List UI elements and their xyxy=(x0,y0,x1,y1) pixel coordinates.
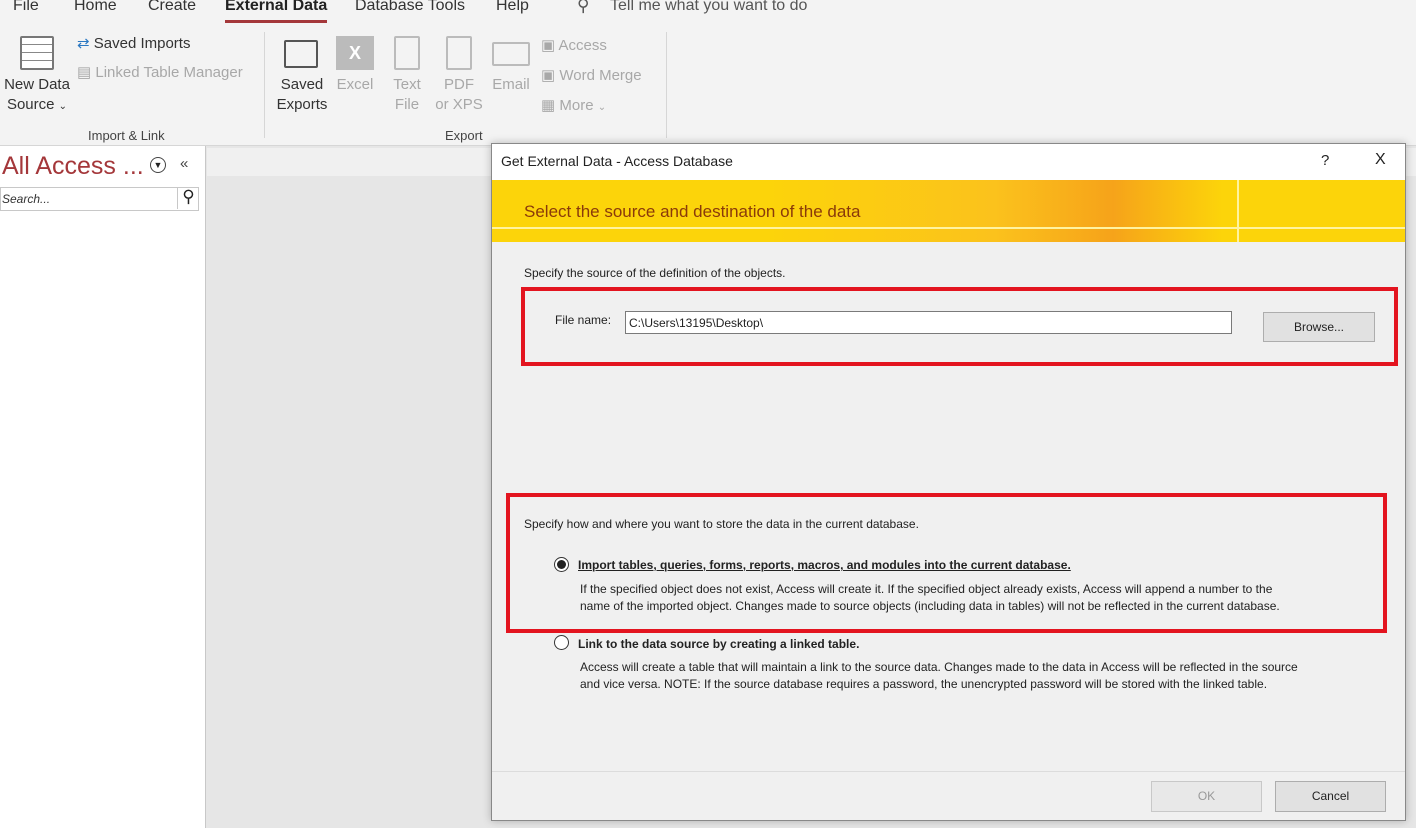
link-radio[interactable] xyxy=(554,635,569,650)
description-line: Access will create a table that will mai… xyxy=(580,660,1298,674)
description-line: and vice versa. NOTE: If the source data… xyxy=(580,677,1268,691)
email-icon xyxy=(492,42,530,66)
more-button[interactable]: ▦ More ⌄ xyxy=(541,96,606,114)
link-option-description: Access will create a table that will mai… xyxy=(580,659,1298,693)
pdf-icon xyxy=(446,36,472,70)
file-name-input[interactable]: C:\Users\13195\Desktop\ xyxy=(625,311,1232,334)
tab-home[interactable]: Home xyxy=(74,0,117,15)
folder-icon xyxy=(284,40,318,68)
saved-exports-label: Saved xyxy=(280,76,324,93)
link-option-label[interactable]: Link to the data source by creating a li… xyxy=(578,637,859,651)
new-data-source-button[interactable]: New Data Source ⌄ xyxy=(0,32,74,116)
text-file-label2: File xyxy=(394,96,420,113)
store-prompt: Specify how and where you want to store … xyxy=(524,517,919,531)
import-option-description: If the specified object does not exist, … xyxy=(580,581,1280,615)
browse-button[interactable]: Browse... xyxy=(1263,312,1375,342)
search-icon[interactable]: ⚲ xyxy=(177,187,199,209)
excel-icon: X xyxy=(336,36,374,70)
banner-heading: Select the source and destination of the… xyxy=(524,202,861,221)
text-file-label: Text xyxy=(393,76,421,93)
divider xyxy=(666,32,667,138)
linked-table-icon: ▤ xyxy=(77,64,92,81)
access-label: Access xyxy=(558,37,607,54)
import-option-label[interactable]: Import tables, queries, forms, reports, … xyxy=(578,558,1071,572)
get-external-data-dialog: Get External Data - Access Database ? X … xyxy=(491,143,1406,821)
nav-menu-dropdown-icon[interactable]: ▼ xyxy=(150,157,166,173)
banner-line xyxy=(1237,180,1239,242)
import-link-group-label: Import & Link xyxy=(88,128,165,143)
access-icon: ▣ xyxy=(541,37,556,54)
dialog-title-bar: Get External Data - Access Database ? X xyxy=(492,144,1405,180)
tab-file[interactable]: File xyxy=(13,0,39,15)
close-button[interactable]: X xyxy=(1375,151,1386,169)
collapse-pane-icon[interactable]: « xyxy=(180,155,188,172)
new-data-source-label2: Source xyxy=(6,96,55,113)
saved-imports-icon: ⇄ xyxy=(77,35,90,52)
saved-exports-label2: Exports xyxy=(276,96,328,113)
banner-line xyxy=(492,227,1405,229)
radio-dot xyxy=(557,560,566,569)
excel-label: Excel xyxy=(336,76,374,93)
tab-help[interactable]: Help xyxy=(496,0,529,15)
navigation-pane: All Access ... ▼ « Search... ⚲ xyxy=(0,146,206,828)
word-merge-label: Word Merge xyxy=(559,67,642,84)
saved-imports-label: Saved Imports xyxy=(93,35,191,52)
dialog-title: Get External Data - Access Database xyxy=(501,153,733,169)
email-label: Email xyxy=(492,76,530,93)
table-wizard-icon xyxy=(20,36,54,70)
nav-pane-title[interactable]: All Access ... xyxy=(2,152,144,181)
chevron-down-icon: ⌄ xyxy=(597,102,607,113)
tab-database-tools[interactable]: Database Tools xyxy=(355,0,465,15)
search-icon: ⚲ xyxy=(577,0,590,15)
pdf-label: PDF xyxy=(444,76,474,93)
description-line: If the specified object does not exist, … xyxy=(580,582,1273,596)
access-export-button[interactable]: ▣ Access xyxy=(541,36,607,54)
linked-table-manager-label: Linked Table Manager xyxy=(95,64,243,81)
tell-me-input[interactable]: Tell me what you want to do xyxy=(610,0,807,15)
footer-divider xyxy=(492,771,1405,772)
description-line: name of the imported object. Changes mad… xyxy=(580,599,1280,613)
ribbon: File Home Create External Data Database … xyxy=(0,0,1416,146)
tab-external-data[interactable]: External Data xyxy=(225,0,328,23)
cancel-button[interactable]: Cancel xyxy=(1275,781,1386,812)
more-label: More xyxy=(559,97,594,114)
search-placeholder: Search... xyxy=(2,192,51,206)
nav-search-input[interactable]: Search... ⚲ xyxy=(0,187,199,211)
new-data-source-label: New Data xyxy=(4,76,70,93)
word-merge-icon: ▣ xyxy=(541,67,556,84)
tab-create[interactable]: Create xyxy=(148,0,196,15)
word-merge-button[interactable]: ▣ Word Merge xyxy=(541,66,642,84)
ok-button[interactable]: OK xyxy=(1151,781,1262,812)
pdf-label2: or XPS xyxy=(435,96,483,113)
source-prompt: Specify the source of the definition of … xyxy=(524,266,786,280)
saved-imports-button[interactable]: ⇄ Saved Imports xyxy=(77,34,190,52)
help-button[interactable]: ? xyxy=(1321,152,1329,169)
export-group-label: Export xyxy=(445,128,483,143)
import-radio[interactable] xyxy=(554,557,569,572)
linked-table-manager-button[interactable]: ▤ Linked Table Manager xyxy=(77,63,243,81)
more-icon: ▦ xyxy=(541,97,556,114)
divider xyxy=(264,32,265,138)
chevron-down-icon: ⌄ xyxy=(58,101,68,112)
file-name-label: File name: xyxy=(555,313,612,327)
dialog-banner: Select the source and destination of the… xyxy=(492,180,1405,242)
text-file-icon xyxy=(394,36,420,70)
